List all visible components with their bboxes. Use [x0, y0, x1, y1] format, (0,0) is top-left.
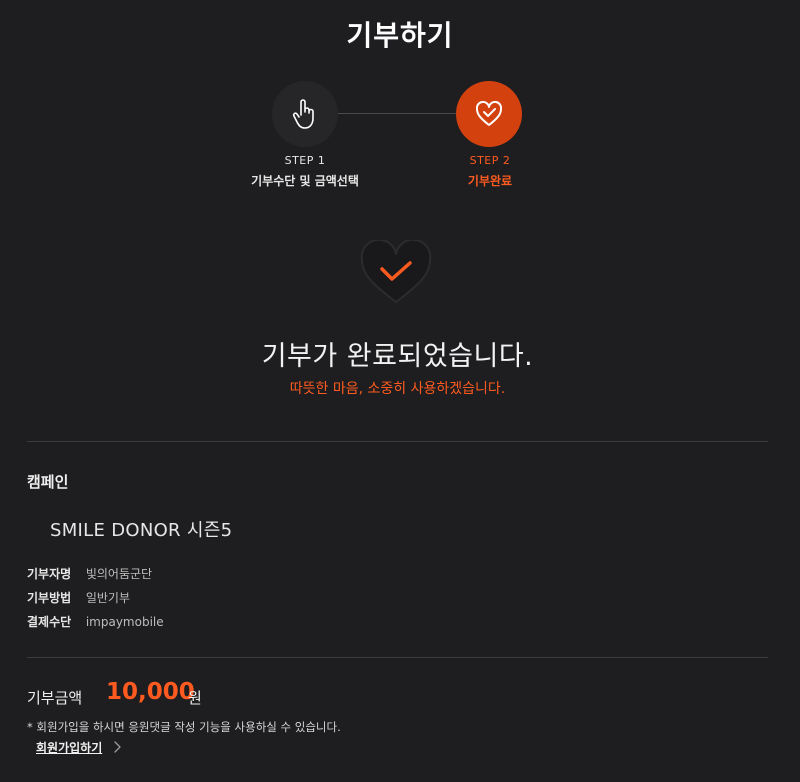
step-2-name: 기부완료 [467, 174, 513, 188]
chevron-right-icon[interactable] [112, 740, 122, 754]
detail-value: 빛의어둠군단 [85, 567, 153, 581]
donation-complete-page: 기부하기 STEP 1 기부수단 및 금액선택 STEP 2 기부완료 기부가 … [0, 0, 800, 782]
payment-method-row: 결제수단 impaymobile [27, 613, 164, 630]
campaign-section-label: 캠페인 [27, 473, 69, 491]
completion-subtitle: 따뜻한 마음, 소중히 사용하겠습니다. [289, 381, 506, 397]
donor-name-row: 기부자명 빛의어둠군단 [27, 565, 152, 582]
divider [27, 441, 768, 442]
step-connector [338, 113, 458, 114]
heart-check-icon [475, 100, 503, 126]
campaign-name: SMILE DONOR 시즌5 [50, 520, 233, 541]
detail-key: 기부방법 [27, 591, 72, 605]
completion-title: 기부가 완료되었습니다. [261, 341, 534, 372]
heart-check-icon [360, 240, 432, 303]
donation-method-row: 기부방법 일반기부 [27, 589, 130, 606]
amount-unit: 원 [188, 689, 202, 707]
hand-pointer-icon [292, 99, 314, 129]
detail-key: 결제수단 [27, 615, 72, 629]
step-1-label: STEP 1 [284, 154, 326, 167]
amount-value: 10,000 [106, 679, 195, 705]
detail-value: impaymobile [85, 615, 164, 629]
amount-label: 기부금액 [27, 689, 83, 707]
step-1-circle [272, 81, 338, 147]
step-1-name: 기부수단 및 금액선택 [251, 174, 359, 188]
page-title: 기부하기 [346, 19, 454, 52]
signup-notice: * 회원가입을 하시면 응원댓글 작성 기능을 사용하실 수 있습니다. [27, 720, 341, 734]
detail-key: 기부자명 [27, 567, 72, 581]
detail-value: 일반기부 [85, 591, 130, 605]
step-2-label: STEP 2 [469, 154, 511, 167]
signup-link[interactable]: 회원가입하기 [36, 739, 102, 756]
step-2-circle [456, 81, 522, 147]
divider [27, 657, 768, 658]
